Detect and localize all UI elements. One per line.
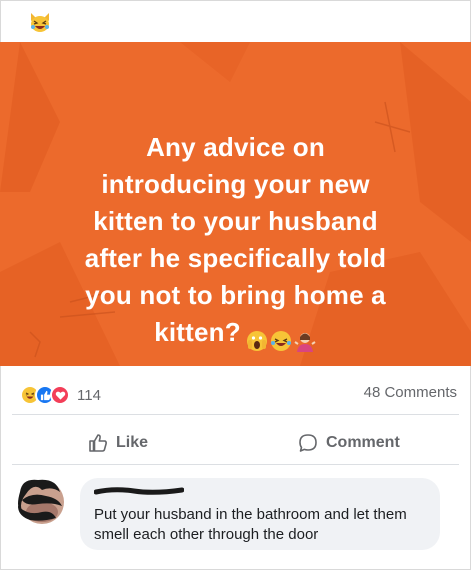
scream-face-icon [246, 325, 268, 351]
commenter-avatar[interactable] [12, 472, 70, 528]
like-label: Like [116, 434, 149, 451]
divider [12, 414, 459, 415]
love-reaction-icon [50, 385, 70, 405]
comments-count-link[interactable]: 48 Comments [364, 384, 457, 401]
thumbs-up-icon [89, 434, 107, 452]
comment-button[interactable]: Comment [298, 430, 400, 456]
comment-bubble-icon [299, 434, 317, 452]
comment-text: Put your husband in the bathroom and let… [94, 506, 407, 543]
laughing-tears-icon [270, 325, 292, 351]
post-text: Any advice on introducing your new kitte… [40, 92, 431, 353]
post-card[interactable]: Any advice on introducing your new kitte… [0, 42, 471, 366]
comment-label: Comment [326, 434, 400, 451]
laughing-cat-icon [31, 13, 49, 32]
like-button[interactable]: Like [88, 430, 148, 456]
comment-bubble[interactable]: Put your husband in the bathroom and let… [80, 478, 440, 550]
woman-shrugging-icon [294, 325, 316, 352]
post-inline-emojis [245, 316, 317, 353]
divider [12, 464, 459, 465]
reactions-summary[interactable]: 114 [20, 384, 101, 406]
commenter-name-redacted [94, 487, 184, 495]
reaction-count: 114 [77, 386, 101, 404]
